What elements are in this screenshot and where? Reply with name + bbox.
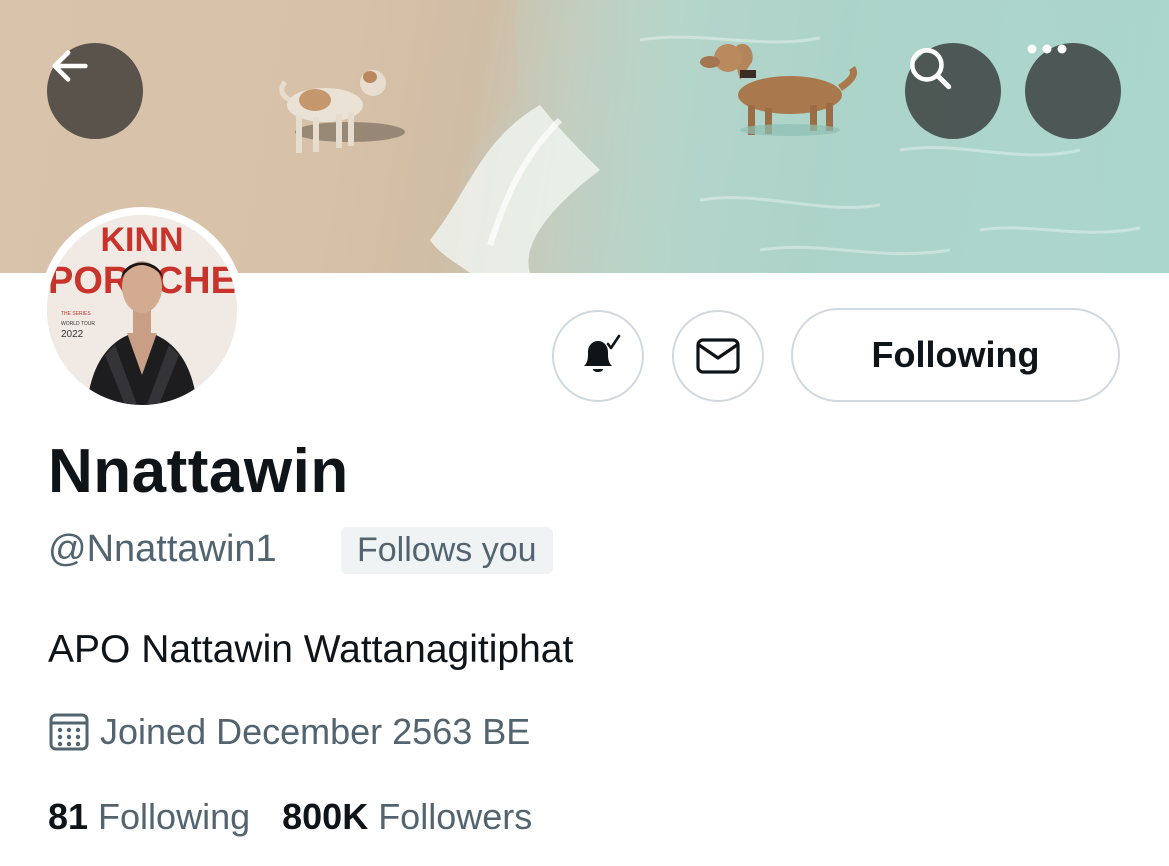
avatar-tagline-1: THE SERIES — [61, 311, 91, 317]
avatar-tagline-2: WORLD TOUR — [61, 321, 95, 327]
avatar[interactable]: KINN PORSCHE THE SERIES WORLD TOUR 2022 — [39, 207, 245, 413]
more-options-button[interactable] — [1025, 43, 1121, 139]
avatar-tagline-3: 2022 — [61, 329, 84, 340]
message-button[interactable] — [672, 310, 764, 402]
bell-checked-icon — [584, 334, 621, 372]
followers-label: Followers — [378, 796, 533, 837]
search-button[interactable] — [905, 43, 1001, 139]
follows-you-badge: Follows you — [341, 527, 553, 574]
search-icon — [910, 48, 952, 90]
joined-date: Joined December 2563 BE — [48, 708, 530, 756]
avatar-image: KINN PORSCHE THE SERIES WORLD TOUR 2022 — [47, 215, 237, 405]
profile-bio: APO Nattawin Wattanagitiphat — [48, 628, 574, 671]
following-button[interactable]: Following — [791, 308, 1120, 402]
follow-stats: 81 Following 800K Followers — [48, 793, 532, 841]
followers-count: 800K — [282, 796, 369, 837]
back-button[interactable] — [47, 43, 143, 139]
joined-date-text: Joined December 2563 BE — [100, 711, 531, 752]
profile-page: KINN PORSCHE THE SERIES WORLD TOUR 2022 — [0, 0, 1169, 866]
more-horizontal-icon — [1027, 44, 1067, 54]
user-handle: @Nnattawin1 — [48, 528, 277, 570]
avatar-title-line1: KINN — [100, 221, 183, 259]
envelope-icon — [696, 338, 740, 374]
notifications-button[interactable] — [552, 310, 644, 402]
following-label: Following — [98, 796, 251, 837]
arrow-left-icon — [52, 50, 88, 82]
following-count-link[interactable]: 81 Following — [48, 793, 250, 841]
dog-left — [279, 70, 405, 153]
followers-count-link[interactable]: 800K Followers — [282, 793, 532, 841]
calendar-icon — [49, 713, 89, 751]
display-name: Nnattawin — [48, 437, 349, 506]
following-count: 81 — [48, 796, 89, 837]
